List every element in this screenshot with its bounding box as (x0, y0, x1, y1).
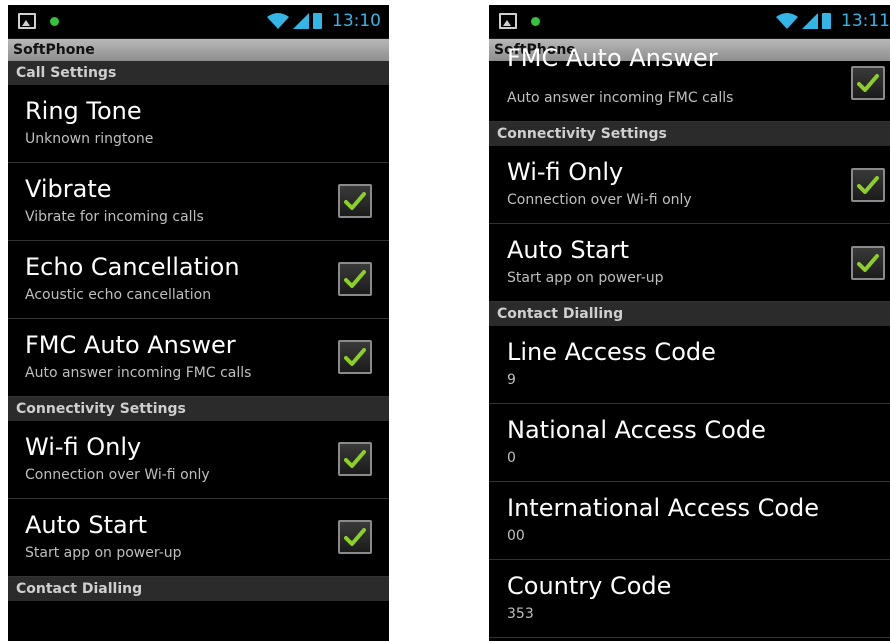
settings-list: FMC Auto Answer Auto answer incoming FMC… (489, 44, 890, 638)
battery-icon (822, 13, 831, 29)
pref-international-access-code[interactable]: International Access Code 00 (489, 482, 890, 560)
pref-title: Wi-fi Only (507, 158, 624, 186)
wifi-only-checkbox[interactable] (851, 168, 885, 202)
pref-summary: Vibrate for incoming calls (25, 209, 204, 225)
pref-summary: Acoustic echo cancellation (25, 287, 212, 303)
pref-title: FMC Auto Answer (25, 331, 236, 359)
pref-summary: Connection over Wi-fi only (507, 192, 692, 208)
pref-national-access-code[interactable]: National Access Code 0 (489, 404, 890, 482)
checkmark-icon (857, 176, 879, 194)
fmc-auto-answer-checkbox[interactable] (851, 66, 885, 100)
pref-echo-cancellation[interactable]: Echo Cancellation Acoustic echo cancella… (8, 241, 389, 319)
fmc-auto-answer-checkbox[interactable] (338, 340, 372, 374)
checkmark-icon (344, 450, 366, 468)
checkmark-icon (857, 254, 879, 272)
pref-summary: Unknown ringtone (25, 131, 154, 147)
status-bar: 13:11 (489, 5, 890, 39)
pref-title: Wi-fi Only (25, 433, 142, 461)
app-title: SoftPhone (8, 39, 389, 61)
pref-vibrate[interactable]: Vibrate Vibrate for incoming calls (8, 163, 389, 241)
pref-summary: 0 (507, 450, 516, 466)
pref-title: Ring Tone (25, 97, 142, 125)
pref-title: National Access Code (507, 416, 766, 444)
pref-summary: Start app on power-up (25, 545, 182, 561)
echo-cancellation-checkbox[interactable] (338, 262, 372, 296)
pref-summary: 353 (507, 606, 534, 622)
pref-summary: Start app on power-up (507, 270, 664, 286)
pref-title: Vibrate (25, 175, 112, 203)
pref-fmc-auto-answer[interactable]: FMC Auto Answer Auto answer incoming FMC… (489, 44, 890, 122)
auto-start-checkbox[interactable] (851, 246, 885, 280)
section-header-contact-dialling: Contact Dialling (489, 302, 890, 326)
phone-screen-right: 13:11 SoftPhone FMC Auto Answer Auto ans… (489, 5, 890, 641)
settings-list: Call Settings Ring Tone Unknown ringtone… (8, 61, 389, 601)
pref-line-access-code[interactable]: Line Access Code 9 (489, 326, 890, 404)
pref-wifi-only[interactable]: Wi-fi Only Connection over Wi-fi only (8, 421, 389, 499)
auto-start-checkbox[interactable] (338, 520, 372, 554)
pref-country-code[interactable]: Country Code 353 (489, 560, 890, 638)
vibrate-checkbox[interactable] (338, 184, 372, 218)
pref-title: International Access Code (507, 494, 820, 522)
pref-title: Auto Start (25, 511, 147, 539)
image-icon (499, 13, 517, 29)
battery-icon (313, 13, 322, 29)
checkmark-icon (344, 348, 366, 366)
status-indicators: 13:11 (776, 9, 890, 33)
pref-fmc-auto-answer[interactable]: FMC Auto Answer Auto answer incoming FMC… (8, 319, 389, 397)
pref-wifi-only[interactable]: Wi-fi Only Connection over Wi-fi only (489, 146, 890, 224)
checkmark-icon (344, 270, 366, 288)
pref-summary: 9 (507, 372, 516, 388)
status-bar: 13:10 (8, 5, 389, 39)
pref-summary: Auto answer incoming FMC calls (25, 365, 252, 381)
pref-title: Echo Cancellation (25, 253, 240, 281)
pref-title: FMC Auto Answer (507, 44, 718, 72)
status-indicators: 13:10 (267, 9, 381, 33)
signal-icon (293, 13, 309, 29)
pref-summary: 00 (507, 528, 525, 544)
pref-ring-tone[interactable]: Ring Tone Unknown ringtone (8, 85, 389, 163)
section-header-call-settings: Call Settings (8, 61, 389, 85)
checkmark-icon (344, 528, 366, 546)
signal-icon (802, 13, 818, 29)
wifi-only-checkbox[interactable] (338, 442, 372, 476)
phone-screen-left: 13:10 SoftPhone Call Settings Ring Tone … (8, 5, 389, 641)
image-icon (18, 13, 36, 29)
pref-title: Line Access Code (507, 338, 716, 366)
checkmark-icon (857, 74, 879, 92)
pref-title: Country Code (507, 572, 672, 600)
pref-summary: Auto answer incoming FMC calls (507, 90, 734, 106)
section-header-contact-dialling: Contact Dialling (8, 577, 389, 601)
pref-title: Auto Start (507, 236, 629, 264)
notification-dot-icon (531, 17, 540, 26)
status-time: 13:11 (841, 11, 890, 31)
section-header-connectivity-settings: Connectivity Settings (489, 122, 890, 146)
section-header-connectivity-settings: Connectivity Settings (8, 397, 389, 421)
checkmark-icon (344, 192, 366, 210)
notification-dot-icon (50, 17, 59, 26)
status-time: 13:10 (332, 11, 381, 31)
wifi-icon (776, 13, 798, 29)
pref-auto-start[interactable]: Auto Start Start app on power-up (489, 224, 890, 302)
pref-auto-start[interactable]: Auto Start Start app on power-up (8, 499, 389, 577)
wifi-icon (267, 13, 289, 29)
pref-summary: Connection over Wi-fi only (25, 467, 210, 483)
